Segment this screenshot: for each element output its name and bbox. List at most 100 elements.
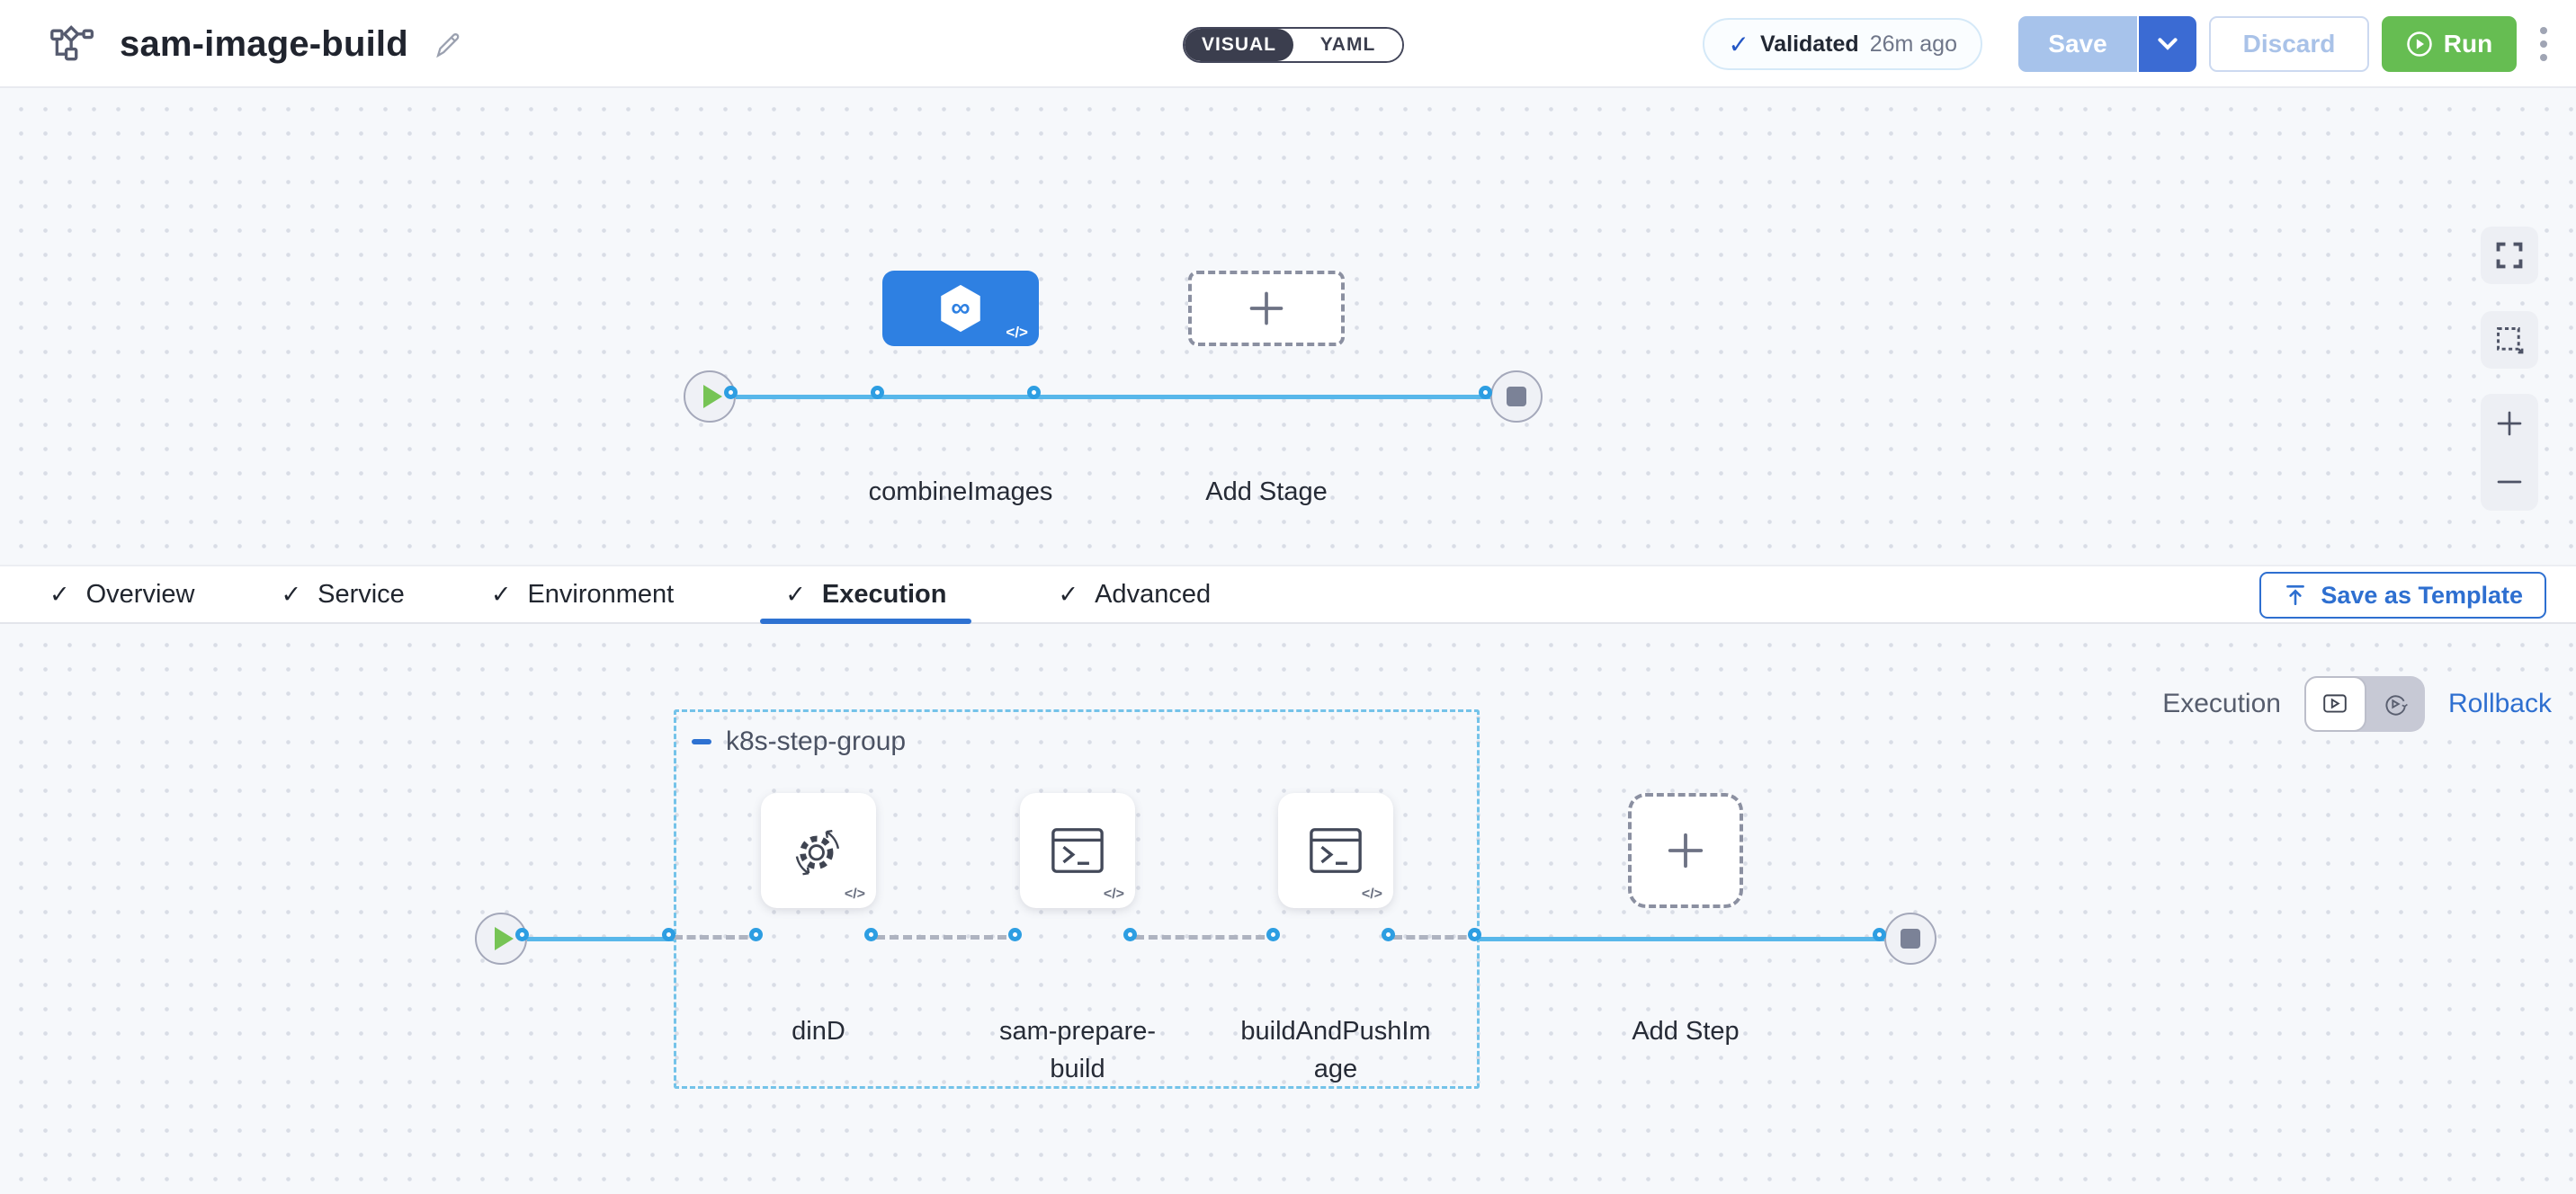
link-port[interactable] xyxy=(662,928,675,941)
stage-label: combineImages xyxy=(826,473,1096,511)
add-stage-button[interactable] xyxy=(1188,271,1345,346)
tab-overview[interactable]: ✓ Overview xyxy=(49,566,194,622)
pipeline-studio: sam-image-build VISUAL YAML ✓ Validated … xyxy=(0,0,2576,1194)
check-icon: ✓ xyxy=(1058,581,1078,609)
tab-label: Environment xyxy=(527,580,674,610)
plus-icon xyxy=(1247,289,1286,328)
rollback-circular-play-icon xyxy=(2382,691,2409,717)
tab-execution[interactable]: ✓ Execution xyxy=(760,566,971,622)
save-as-template-label: Save as Template xyxy=(2321,582,2523,610)
validated-time: 26m ago xyxy=(1870,31,1957,58)
step-card-sam-prepare-build[interactable]: </> xyxy=(1020,793,1135,908)
tab-service[interactable]: ✓ Service xyxy=(281,566,404,622)
code-icon: </> xyxy=(1104,887,1124,903)
step-dash-line xyxy=(674,935,761,940)
zoom-out-icon[interactable] xyxy=(2495,468,2524,496)
rollback-mode-button[interactable] xyxy=(2366,676,2425,732)
discard-button[interactable]: Discard xyxy=(2209,16,2369,72)
link-port[interactable] xyxy=(1008,928,1022,941)
step-card-dind[interactable]: </> xyxy=(761,793,876,908)
check-icon: ✓ xyxy=(491,581,512,609)
stage-node-combineimages[interactable]: ∞ </> xyxy=(882,271,1039,346)
tab-label: Execution xyxy=(822,580,947,610)
link-port[interactable] xyxy=(1873,928,1886,941)
pipeline-icon xyxy=(49,23,96,65)
link-port[interactable] xyxy=(1382,928,1395,941)
start-play-icon xyxy=(495,927,514,950)
save-button[interactable]: Save xyxy=(2018,16,2139,72)
zoom-controls xyxy=(2481,394,2538,511)
check-icon: ✓ xyxy=(1728,30,1749,59)
tab-label: Service xyxy=(318,580,405,610)
toggle-visual[interactable]: VISUAL xyxy=(1185,29,1293,61)
stop-square-icon xyxy=(1507,387,1526,406)
execution-mode-label: Execution xyxy=(2162,689,2281,719)
stage-flow-line xyxy=(736,395,1490,399)
link-port[interactable] xyxy=(1479,386,1492,399)
save-as-template-button[interactable]: Save as Template xyxy=(2259,572,2546,619)
tab-advanced[interactable]: ✓ Advanced xyxy=(1058,566,1211,622)
step-label: sam-prepare-build xyxy=(980,1012,1175,1088)
fullscreen-button[interactable] xyxy=(2481,227,2538,284)
tab-environment[interactable]: ✓ Environment xyxy=(491,566,674,622)
add-stage-label: Add Stage xyxy=(1131,473,1401,511)
save-dropdown-button[interactable] xyxy=(2139,16,2196,72)
edit-pencil-icon[interactable] xyxy=(432,29,462,59)
header-actions: ✓ Validated 26m ago Save Discard Run xyxy=(1703,16,2554,72)
step-dash-line xyxy=(1393,935,1480,940)
title-group: sam-image-build xyxy=(49,0,462,88)
more-options-kebab-icon[interactable] xyxy=(2533,20,2554,68)
rollback-link[interactable]: Rollback xyxy=(2448,689,2552,719)
fullscreen-icon xyxy=(2494,240,2525,271)
terminal-icon xyxy=(1308,824,1364,877)
run-play-icon xyxy=(2406,31,2433,58)
page-title: sam-image-build xyxy=(120,24,408,65)
start-play-icon xyxy=(703,385,722,408)
link-port[interactable] xyxy=(1027,386,1041,399)
link-port[interactable] xyxy=(871,386,884,399)
link-port[interactable] xyxy=(515,928,529,941)
collapse-minus-icon[interactable] xyxy=(692,739,711,744)
step-group-name: k8s-step-group xyxy=(726,726,906,757)
stop-square-icon xyxy=(1901,929,1920,949)
ci-stage-hexagon-icon: ∞ xyxy=(935,282,987,334)
run-button[interactable]: Run xyxy=(2382,16,2517,72)
execution-mode-toolbar: Execution Rollback xyxy=(2150,675,2552,733)
pipeline-end-node xyxy=(1490,370,1543,423)
link-port[interactable] xyxy=(864,928,878,941)
validated-badge[interactable]: ✓ Validated 26m ago xyxy=(1703,18,1982,70)
tabs: ✓ Overview ✓ Service ✓ Environment ✓ Exe… xyxy=(49,566,1211,622)
link-port[interactable] xyxy=(724,386,738,399)
check-icon: ✓ xyxy=(49,581,70,609)
marquee-selection-icon xyxy=(2494,325,2525,355)
validated-label: Validated xyxy=(1760,31,1859,58)
link-port[interactable] xyxy=(1266,928,1280,941)
code-icon: </> xyxy=(1362,887,1382,903)
step-flow-line xyxy=(527,937,674,941)
check-icon: ✓ xyxy=(281,581,301,609)
upload-icon xyxy=(2283,583,2308,608)
step-label: dinD xyxy=(721,1012,916,1050)
step-card-buildandpushimage[interactable]: </> xyxy=(1278,793,1393,908)
code-icon: </> xyxy=(1006,324,1028,342)
link-port[interactable] xyxy=(1468,928,1481,941)
stage-config-tabs: ✓ Overview ✓ Service ✓ Environment ✓ Exe… xyxy=(0,565,2576,624)
link-port[interactable] xyxy=(1123,928,1137,941)
step-dash-line xyxy=(1135,935,1278,940)
add-step-button[interactable] xyxy=(1628,793,1743,908)
execution-mode-button[interactable] xyxy=(2304,676,2366,732)
toggle-yaml[interactable]: YAML xyxy=(1293,29,1402,61)
visual-yaml-toggle: VISUAL YAML xyxy=(1183,27,1404,63)
run-label: Run xyxy=(2444,30,2492,58)
chevron-down-icon xyxy=(2158,38,2178,50)
zoom-in-icon[interactable] xyxy=(2495,409,2524,438)
add-step-label: Add Step xyxy=(1588,1012,1783,1050)
link-port[interactable] xyxy=(749,928,763,941)
step-dash-line xyxy=(876,935,1020,940)
play-box-icon xyxy=(2321,691,2348,717)
tab-label: Overview xyxy=(86,580,195,610)
execution-rollback-switch xyxy=(2304,676,2425,732)
marquee-select-button[interactable] xyxy=(2481,311,2538,369)
step-group-header: k8s-step-group xyxy=(692,726,906,757)
step-label: buildAndPushImage xyxy=(1239,1012,1433,1088)
